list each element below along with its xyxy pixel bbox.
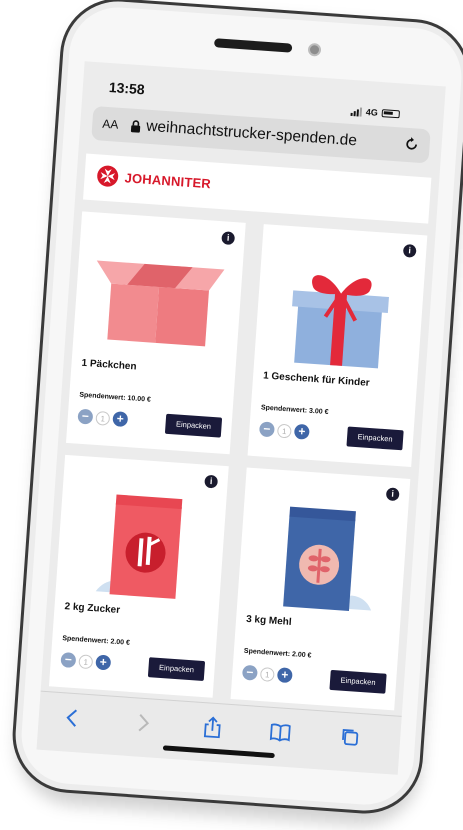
battery-icon: [381, 109, 401, 119]
product-name: 2 kg Zucker: [64, 601, 121, 617]
donation-value: Spendenwert: 2.00 €: [62, 635, 131, 647]
donation-value: Spendenwert: 10.00 €: [79, 391, 152, 404]
info-icon[interactable]: i: [204, 474, 219, 489]
product-card-geschenk: i 1 Geschenk für Kinder Spendenwert: 3.0…: [247, 224, 428, 467]
donation-value: Spendenwert: 3.00 €: [260, 404, 329, 417]
forward-icon[interactable]: [130, 710, 156, 736]
reload-icon[interactable]: [403, 136, 420, 158]
increase-button[interactable]: +: [276, 667, 293, 684]
signal-icon: [350, 106, 363, 117]
product-card-zucker: i 2 kg Zucker Spendenwert: 2.00 € − 1 + …: [48, 454, 229, 698]
decrease-button[interactable]: −: [77, 408, 94, 425]
einpacken-button[interactable]: Einpacken: [346, 426, 404, 451]
box-icon: [96, 260, 225, 347]
quantity-stepper: − 1 +: [77, 408, 129, 428]
phone-speaker: [213, 38, 293, 53]
increase-button[interactable]: +: [293, 423, 310, 440]
einpacken-button[interactable]: Einpacken: [329, 669, 387, 694]
increase-button[interactable]: +: [95, 654, 112, 671]
flour-bag-icon: [283, 506, 372, 611]
maltese-cross-icon: [97, 165, 119, 187]
info-icon[interactable]: i: [385, 487, 400, 502]
lock-icon: [130, 119, 142, 133]
status-time: 13:58: [108, 78, 146, 98]
bookmarks-icon[interactable]: [268, 720, 294, 746]
home-indicator[interactable]: [162, 745, 275, 759]
decrease-button[interactable]: −: [258, 421, 275, 438]
text-size-button[interactable]: AA: [102, 117, 119, 132]
back-icon[interactable]: [60, 705, 86, 731]
gift-icon: [292, 275, 389, 369]
share-icon[interactable]: [200, 715, 226, 741]
einpacken-button[interactable]: Einpacken: [147, 657, 206, 682]
sugar-bag-icon: [95, 494, 183, 599]
page-content: JOHANNITER i 1 Päckchen Spendenwert: 10.…: [38, 145, 440, 749]
brand-name: JOHANNITER: [124, 169, 212, 191]
product-name: 3 kg Mehl: [245, 613, 292, 629]
network-label: 4G: [365, 106, 379, 118]
info-icon[interactable]: i: [221, 231, 236, 246]
info-icon[interactable]: i: [402, 243, 417, 258]
tabs-icon[interactable]: [337, 725, 363, 751]
phone-camera: [307, 42, 322, 57]
johanniter-logo[interactable]: JOHANNITER: [96, 164, 212, 194]
phone-screen: 13:58 4G AA weihnachtstrucker-spenden.de: [36, 61, 446, 775]
quantity-input[interactable]: 1: [78, 653, 94, 669]
quantity-stepper: − 1 +: [258, 421, 310, 440]
product-name: 1 Geschenk für Kinder: [262, 370, 370, 389]
einpacken-button[interactable]: Einpacken: [164, 413, 223, 438]
decrease-button[interactable]: −: [241, 664, 258, 681]
stage: 13:58 4G AA weihnachtstrucker-spenden.de: [0, 0, 463, 830]
status-indicators: 4G: [350, 106, 401, 119]
quantity-input[interactable]: 1: [276, 423, 292, 439]
quantity-stepper: − 1 +: [60, 652, 112, 671]
quantity-input[interactable]: 1: [259, 666, 275, 682]
donation-value: Spendenwert: 2.00 €: [243, 647, 312, 660]
quantity-input[interactable]: 1: [95, 410, 111, 426]
url-text[interactable]: weihnachtstrucker-spenden.de: [146, 118, 358, 151]
decrease-button[interactable]: −: [60, 652, 77, 669]
product-card-paeckchen: i 1 Päckchen Spendenwert: 10.00 € − 1 +: [66, 211, 246, 455]
phone-frame: 13:58 4G AA weihnachtstrucker-spenden.de: [8, 0, 463, 818]
site-header: JOHANNITER: [83, 153, 432, 224]
quantity-stepper: − 1 +: [241, 664, 293, 684]
product-card-mehl: i 3 kg Mehl Spendenwert: 2.00 € − 1 + Ei…: [230, 467, 411, 711]
increase-button[interactable]: +: [112, 411, 129, 428]
product-name: 1 Päckchen: [81, 357, 137, 373]
